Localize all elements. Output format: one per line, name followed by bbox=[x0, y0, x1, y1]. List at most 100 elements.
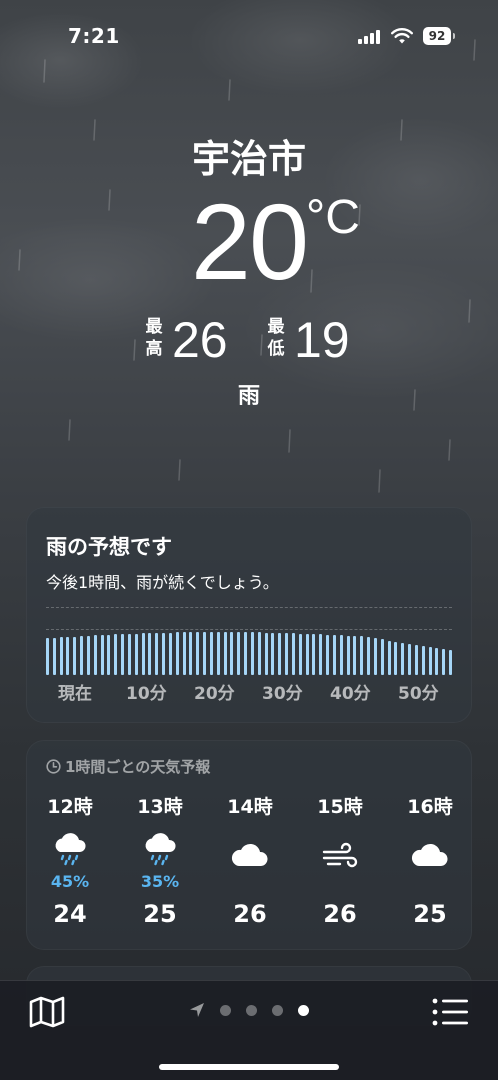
precip-bar bbox=[46, 638, 49, 675]
minute-label: 40分 bbox=[330, 684, 371, 704]
rain-card-title: 雨の予想です bbox=[46, 535, 172, 559]
precip-bar bbox=[257, 632, 261, 675]
precip-bar bbox=[387, 641, 391, 675]
precip-bar bbox=[127, 634, 131, 675]
precip-bar bbox=[305, 634, 309, 675]
precip-bar bbox=[168, 633, 172, 675]
precip-bar bbox=[155, 633, 159, 675]
hour-temp: 26 bbox=[233, 900, 267, 928]
page-dot[interactable] bbox=[298, 1005, 309, 1016]
precip-bar bbox=[141, 633, 145, 675]
hour-temp: 25 bbox=[143, 900, 177, 928]
precip-bar bbox=[312, 634, 316, 675]
minute-label: 現在 bbox=[58, 684, 92, 704]
location-arrow-icon bbox=[190, 1003, 204, 1017]
hour-time: 16時 bbox=[407, 796, 453, 818]
precip-bar bbox=[319, 634, 323, 675]
precip-bar bbox=[285, 633, 289, 675]
precip-bar bbox=[182, 632, 186, 675]
precip-bar bbox=[216, 632, 220, 675]
precip-bar bbox=[80, 636, 84, 675]
precip-bar bbox=[237, 632, 241, 675]
precip-bar bbox=[107, 635, 111, 675]
precip-bar bbox=[373, 638, 377, 675]
precip-bar bbox=[278, 633, 282, 675]
chart-gridline-top bbox=[46, 607, 452, 608]
precip-bar bbox=[209, 632, 213, 675]
precip-bar bbox=[93, 635, 97, 675]
precip-chance: 45% bbox=[50, 872, 90, 891]
minute-label: 50分 bbox=[398, 684, 439, 704]
precip-bar bbox=[298, 634, 302, 675]
hour-time: 14時 bbox=[227, 796, 273, 818]
hour-item: 15時 26 bbox=[304, 792, 376, 942]
temperature-value: 20 bbox=[190, 181, 309, 302]
precip-bar bbox=[59, 637, 63, 675]
rain-forecast-card[interactable]: 雨の予想です 今後1時間、雨が続くでしょう。 現在 10分 20分 30分 40分 50分 bbox=[26, 507, 472, 723]
high-temp: 26 bbox=[172, 312, 228, 368]
clock-icon bbox=[46, 759, 61, 774]
precip-bar bbox=[230, 632, 234, 675]
precip-bar bbox=[264, 633, 268, 675]
precip-bar bbox=[401, 643, 405, 675]
precip-bar bbox=[100, 635, 104, 675]
precip-bar bbox=[449, 650, 452, 675]
low-label-text: 最低 bbox=[267, 317, 285, 359]
cellular-signal-icon bbox=[358, 28, 382, 44]
precip-bar bbox=[175, 632, 179, 675]
precip-bar bbox=[73, 637, 77, 675]
high-low-temps: 最高 26 最低 19 bbox=[142, 312, 382, 374]
precip-bar bbox=[148, 633, 152, 675]
precip-bar bbox=[203, 632, 207, 675]
precip-bar bbox=[394, 642, 398, 675]
precip-bar bbox=[134, 634, 138, 675]
low-temp: 19 bbox=[294, 312, 350, 368]
precip-bar bbox=[408, 644, 412, 675]
precip-bar bbox=[66, 637, 70, 675]
hour-item: 12時 45% 24 bbox=[34, 792, 106, 942]
precip-bar bbox=[380, 639, 384, 675]
hourly-header-text: 1時間ごとの天気予報 bbox=[65, 758, 211, 776]
wind-icon bbox=[320, 836, 360, 876]
list-icon[interactable] bbox=[430, 995, 470, 1029]
precip-bar bbox=[421, 646, 425, 675]
hour-temp: 24 bbox=[53, 900, 87, 928]
page-dot[interactable] bbox=[220, 1005, 231, 1016]
precip-bar bbox=[250, 632, 254, 675]
hour-item: 13時 35% 25 bbox=[124, 792, 196, 942]
precip-bar bbox=[414, 645, 418, 675]
home-indicator[interactable] bbox=[159, 1064, 339, 1070]
page-indicator[interactable] bbox=[188, 1001, 318, 1021]
temperature-unit: °C bbox=[306, 191, 360, 244]
precip-bar bbox=[162, 633, 166, 675]
hour-temp: 26 bbox=[323, 900, 357, 928]
city-name: 宇治市 bbox=[191, 137, 306, 181]
hour-item: 14時 26 bbox=[214, 792, 286, 942]
cloud-icon bbox=[230, 836, 270, 876]
precip-bar bbox=[353, 636, 357, 675]
precip-bar bbox=[339, 635, 343, 675]
map-icon[interactable] bbox=[28, 995, 66, 1029]
hour-time: 13時 bbox=[137, 796, 183, 818]
current-temperature: 20 °C bbox=[0, 182, 498, 302]
cloud-icon bbox=[410, 836, 450, 876]
precip-bar bbox=[360, 636, 364, 675]
precip-bar bbox=[52, 638, 56, 675]
page-dot[interactable] bbox=[246, 1005, 257, 1016]
precip-bar bbox=[271, 633, 275, 675]
weather-condition: 雨 bbox=[237, 384, 260, 409]
page-dot[interactable] bbox=[272, 1005, 283, 1016]
precip-bar bbox=[189, 632, 193, 675]
precip-bar bbox=[367, 637, 371, 675]
rain-card-description: 今後1時間、雨が続くでしょう。 bbox=[46, 573, 279, 592]
low-label: 最低 bbox=[264, 316, 288, 360]
wifi-icon bbox=[391, 28, 413, 44]
hourly-forecast-card[interactable]: 1時間ごとの天気予報 12時 45% 24 13時 35% 25 14時 26 15時 26 16時… bbox=[26, 740, 472, 950]
hour-time: 15時 bbox=[317, 796, 363, 818]
precip-bar bbox=[121, 634, 125, 675]
minute-label: 10分 bbox=[126, 684, 167, 704]
high-label: 最高 bbox=[142, 316, 166, 360]
status-bar: 7:21 92 bbox=[0, 0, 498, 70]
hour-time: 12時 bbox=[47, 796, 93, 818]
hour-item: 16時 25 bbox=[394, 792, 466, 942]
